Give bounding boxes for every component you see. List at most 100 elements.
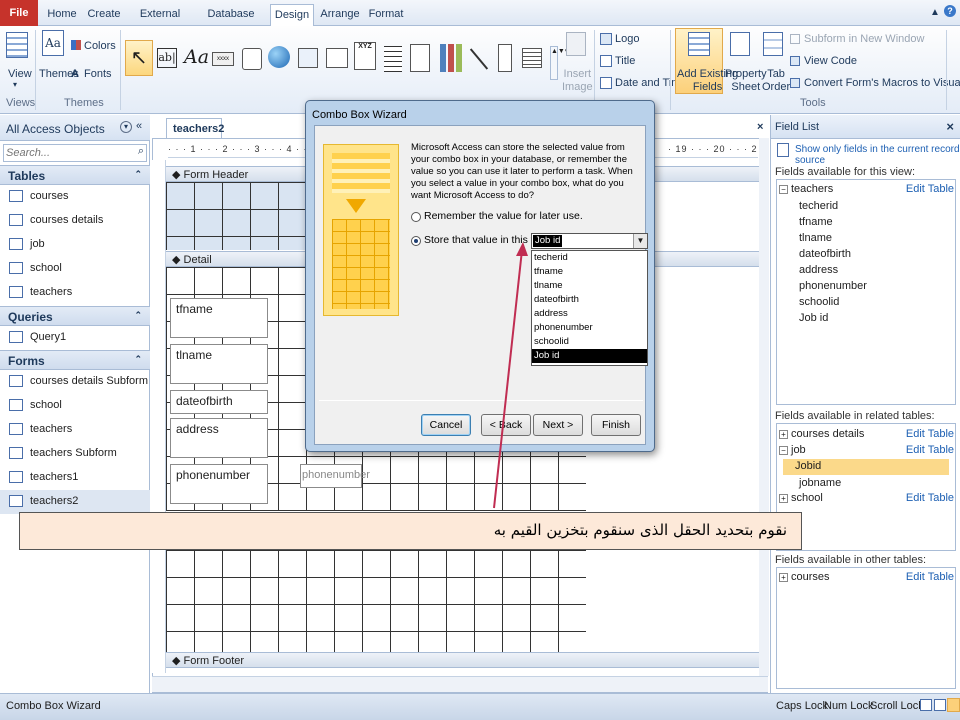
nav-item-school[interactable]: school — [0, 257, 150, 281]
tab-format[interactable]: Format — [368, 4, 404, 26]
dropdown-option[interactable]: address — [532, 307, 647, 321]
finish-button[interactable]: Finish — [591, 414, 641, 436]
field-item[interactable]: address — [799, 264, 838, 276]
field-phonenumber-ghost[interactable]: phonenumber — [300, 464, 370, 488]
view-code-button[interactable]: View Code — [804, 55, 857, 67]
field-item[interactable]: schoolid — [799, 296, 839, 308]
colors-button[interactable]: Colors — [84, 40, 116, 52]
nav-item-teachers[interactable]: teachers — [0, 281, 150, 305]
field-address[interactable]: address — [170, 418, 268, 458]
tab-create[interactable]: Create — [86, 4, 122, 26]
title-button[interactable]: Title — [615, 55, 635, 67]
tab-home[interactable]: Home — [44, 4, 80, 26]
option-group-icon[interactable]: XYZ — [354, 42, 376, 70]
close-field-list-icon[interactable]: × — [946, 119, 954, 134]
table-courses-details[interactable]: + courses details — [779, 428, 864, 440]
nav-item-teachers-subform[interactable]: teachers Subform — [0, 442, 150, 466]
web-browser-control-icon[interactable] — [298, 48, 318, 68]
layout-view-icon[interactable] — [934, 699, 946, 711]
close-document-icon[interactable]: × — [757, 121, 763, 133]
form-view-icon[interactable] — [920, 699, 932, 711]
next-button[interactable]: Next > — [533, 414, 583, 436]
dropdown-option[interactable]: tfname — [532, 265, 647, 279]
edit-table-courses[interactable]: Edit Table — [906, 571, 954, 583]
nav-item-courses-details[interactable]: courses details — [0, 209, 150, 233]
horizontal-scrollbar[interactable] — [152, 676, 768, 692]
shutter-bar-close-icon[interactable]: « — [136, 120, 142, 132]
field-tlname[interactable]: tlname — [170, 344, 268, 384]
label-control-icon[interactable]: Aa — [184, 46, 209, 68]
field-item[interactable]: phonenumber — [799, 280, 867, 292]
subform-in-new-window-button[interactable]: Subform in New Window — [804, 33, 924, 45]
table-courses[interactable]: + courses — [779, 571, 830, 583]
field-item[interactable]: dateofbirth — [799, 248, 851, 260]
toggle-button-icon[interactable] — [498, 44, 512, 72]
tab-database-tools[interactable]: Database Tools — [198, 4, 264, 40]
nav-item-courses[interactable]: courses — [0, 185, 150, 209]
field-phonenumber[interactable]: phonenumber — [170, 464, 268, 504]
table-job[interactable]: − job — [779, 444, 806, 456]
dropdown-option[interactable]: tlname — [532, 279, 647, 293]
field-tfname[interactable]: tfname — [170, 298, 268, 338]
edit-table-teachers[interactable]: Edit Table — [906, 183, 954, 195]
field-item[interactable]: Job id — [799, 312, 828, 324]
themes-icon[interactable]: Aa — [42, 30, 64, 56]
nav-item-query1[interactable]: Query1 — [0, 326, 150, 350]
logo-button[interactable]: Logo — [615, 33, 639, 45]
gallery-more-icon[interactable]: ▲▼▾ — [550, 46, 568, 80]
cancel-button[interactable]: Cancel — [421, 414, 471, 436]
minimize-ribbon-icon[interactable]: ▲ — [930, 7, 940, 18]
remember-value-label[interactable]: Remember the value for later use. — [424, 210, 583, 222]
radio-store-value[interactable] — [411, 236, 421, 246]
select-pointer-icon[interactable]: ↖ — [125, 40, 153, 76]
page-break-icon[interactable] — [384, 46, 402, 72]
tab-file[interactable]: File — [0, 0, 38, 26]
view-icon[interactable] — [6, 32, 28, 58]
nav-section-queries[interactable]: Queries ⌃ — [0, 306, 150, 326]
dropdown-option-selected[interactable]: Job id — [532, 349, 647, 363]
nav-section-tables[interactable]: Tables ⌃ — [0, 165, 150, 185]
document-tab-teachers2[interactable]: teachers2 — [166, 118, 224, 138]
edit-table-job[interactable]: Edit Table — [906, 444, 954, 456]
textbox-control-icon[interactable]: ab| — [157, 48, 177, 68]
insert-image-icon[interactable] — [566, 32, 586, 56]
fonts-button[interactable]: Fonts — [84, 68, 112, 80]
line-control-icon[interactable] — [469, 48, 489, 70]
field-dateofbirth[interactable]: dateofbirth — [170, 390, 268, 414]
navigation-control-icon[interactable] — [326, 48, 348, 68]
button-control-icon[interactable]: xxxx — [212, 52, 234, 66]
dropdown-option[interactable]: dateofbirth — [532, 293, 647, 307]
view-dropdown-icon[interactable]: ▾ — [13, 80, 17, 89]
view-button[interactable]: View — [8, 68, 32, 80]
insert-image-button[interactable]: Insert Image — [562, 68, 593, 94]
design-view-icon[interactable] — [947, 698, 960, 712]
field-item-jobid-highlighted[interactable]: Jobid — [783, 459, 949, 475]
field-item[interactable]: tlname — [799, 232, 832, 244]
combo-dropdown-arrow-icon[interactable]: ▼ — [633, 234, 647, 248]
edit-table-school[interactable]: Edit Table — [906, 492, 954, 504]
show-only-fields-link[interactable]: Show only fields in the current record s… — [795, 144, 960, 166]
nav-menu-dropdown-icon[interactable]: ▾ — [120, 121, 132, 133]
vertical-scrollbar[interactable] — [759, 138, 769, 676]
list-box-control-icon[interactable] — [522, 48, 542, 68]
nav-item-job[interactable]: job — [0, 233, 150, 257]
nav-item-school-form[interactable]: school — [0, 394, 150, 418]
form-footer-bar[interactable]: ◆ Form Footer — [166, 652, 768, 668]
field-item[interactable]: techerid — [799, 200, 838, 212]
tab-arrange[interactable]: Arrange — [320, 4, 360, 26]
combo-box-control-icon[interactable] — [410, 44, 430, 72]
table-teachers[interactable]: − teachers — [779, 183, 833, 195]
convert-macros-button[interactable]: Convert Form's Macros to Visual Basic — [804, 77, 960, 89]
nav-item-courses-details-subform[interactable]: courses details Subform — [0, 370, 150, 394]
dropdown-option[interactable]: techerid — [532, 251, 647, 265]
radio-remember-value[interactable] — [411, 212, 421, 222]
tab-external-data[interactable]: External Data — [130, 4, 190, 40]
store-field-combo[interactable]: Job id ▼ — [531, 233, 648, 249]
search-icon[interactable]: ⌕ — [138, 145, 144, 158]
help-icon[interactable]: ? — [944, 5, 956, 17]
tab-order-button[interactable]: Tab Order — [762, 68, 790, 94]
tab-design[interactable]: Design — [270, 4, 314, 27]
nav-item-teachers2[interactable]: teachers2 — [0, 490, 150, 514]
edit-table-courses-details[interactable]: Edit Table — [906, 428, 954, 440]
nav-section-forms[interactable]: Forms ⌃ — [0, 350, 150, 370]
